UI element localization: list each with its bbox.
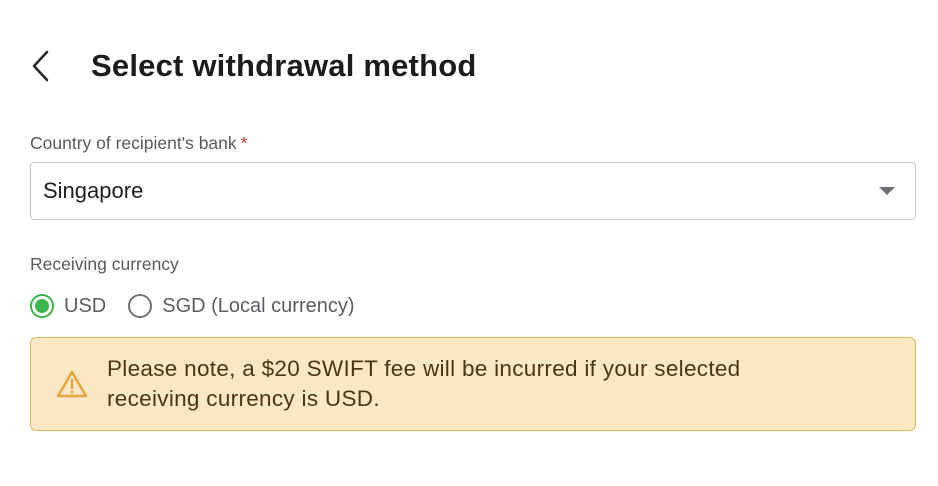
country-label-text: Country of recipient's bank — [30, 133, 237, 153]
currency-radio-group: USD SGD (Local currency) — [30, 290, 377, 322]
radio-label-sgd: SGD (Local currency) — [162, 294, 355, 317]
radio-checked-icon[interactable] — [30, 294, 54, 318]
warning-icon — [56, 370, 88, 398]
required-marker: * — [240, 133, 248, 153]
country-field-label: Country of recipient's bank * — [30, 133, 247, 154]
radio-option-sgd[interactable]: SGD (Local currency) — [128, 294, 355, 318]
chevron-left-icon — [32, 50, 49, 82]
back-button[interactable] — [30, 44, 60, 88]
page-title: Select withdrawal method — [91, 48, 477, 83]
alert-message: Please note, a $20 SWIFT fee will be inc… — [107, 356, 741, 411]
country-select-value: Singapore — [43, 178, 144, 203]
swift-fee-alert: Please note, a $20 SWIFT fee will be inc… — [30, 337, 916, 431]
radio-label-usd: USD — [64, 294, 107, 317]
page-header: Select withdrawal method — [30, 44, 477, 88]
radio-option-usd[interactable]: USD — [30, 294, 106, 318]
currency-field-label: Receiving currency — [30, 254, 179, 274]
caret-down-icon — [879, 187, 895, 195]
radio-unchecked-icon[interactable] — [128, 294, 153, 318]
country-select[interactable]: Singapore — [30, 162, 916, 220]
